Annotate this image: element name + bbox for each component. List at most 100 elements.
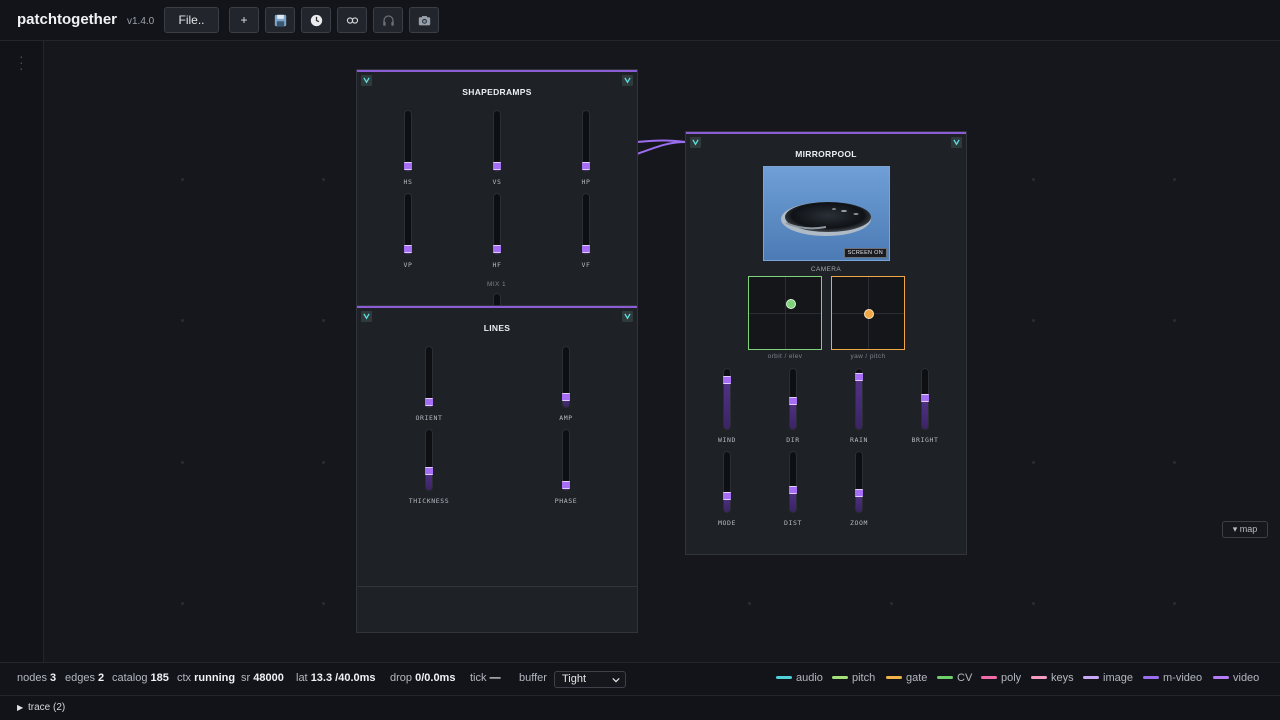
slider-thumb[interactable] — [493, 162, 501, 170]
tick-stat: tick — — [470, 672, 501, 684]
module-header-line — [357, 306, 637, 308]
lines-module[interactable]: LINES ORIENT AMP THICKNESS PHASE — [356, 305, 638, 633]
headphones-button[interactable] — [373, 7, 403, 33]
history-icon — [310, 14, 322, 26]
save-button[interactable] — [265, 7, 295, 33]
status-bar: nodes 3 edges 2 catalog 185 ctx running … — [0, 662, 1280, 695]
orbit-pad[interactable] — [748, 276, 822, 350]
pool-render-image — [764, 167, 889, 260]
legend-label: video — [1233, 672, 1260, 684]
module-header-line — [357, 70, 637, 72]
mirrorpool-module[interactable]: MIRRORPOOL SCREEN ON CAMERA orbit / elev… — [685, 131, 967, 555]
slider-rain[interactable] — [855, 368, 863, 430]
drop-stat: drop 0/0.0ms — [390, 672, 456, 684]
camera-button[interactable] — [409, 7, 439, 33]
slider-mode[interactable] — [723, 451, 731, 513]
patch-canvas[interactable]: SHAPEDRAMPS MIX 1 HS VS HP VP HF VF LINES ORI… — [44, 41, 1280, 662]
slider-zoom[interactable] — [855, 451, 863, 513]
port-icon — [363, 313, 370, 320]
slider-label: VF — [581, 261, 591, 269]
buffer-select[interactable]: Tight — [554, 671, 626, 688]
slider-label: WIND — [717, 436, 737, 444]
port-icon — [624, 313, 631, 320]
slider-thumb[interactable] — [789, 486, 797, 494]
slider-orient[interactable] — [425, 346, 433, 408]
history-button[interactable] — [301, 7, 331, 33]
add-node-button[interactable]: + — [229, 7, 259, 33]
orbit-pad-label: orbit / elev — [767, 353, 803, 360]
slider-thumb[interactable] — [582, 162, 590, 170]
yaw-pad-handle[interactable] — [864, 309, 874, 319]
slider-thumb[interactable] — [723, 376, 731, 384]
legend-item-audio: audio — [776, 672, 823, 684]
buffer-value: Tight — [562, 673, 587, 685]
slider-wind[interactable] — [723, 368, 731, 430]
slider-hs[interactable] — [404, 110, 412, 172]
slider-fill — [724, 378, 730, 429]
screen-on-button[interactable]: SCREEN ON — [843, 248, 887, 258]
input-port[interactable] — [361, 75, 372, 86]
slider-bright[interactable] — [921, 368, 929, 430]
legend-swatch — [832, 675, 848, 679]
legend-item-m-video: m-video — [1143, 672, 1202, 684]
legend-swatch — [776, 675, 792, 679]
slider-thumb[interactable] — [404, 245, 412, 253]
slider-vs[interactable] — [493, 110, 501, 172]
app-version: v1.4.0 — [127, 16, 155, 27]
slider-dist[interactable] — [789, 451, 797, 513]
trace-label[interactable]: trace (2) — [28, 702, 65, 713]
legend-swatch — [1213, 675, 1229, 679]
grid-dot — [1032, 461, 1035, 464]
legend-label: audio — [796, 672, 823, 684]
slider-vf[interactable] — [582, 193, 590, 255]
slider-phase[interactable] — [562, 429, 570, 491]
module-title: SHAPEDRAMPS — [462, 87, 532, 97]
slider-thumb[interactable] — [404, 162, 412, 170]
slider-thumb[interactable] — [562, 393, 570, 401]
drag-handle-icon[interactable]: · · · — [19, 49, 24, 75]
output-port[interactable] — [622, 311, 633, 322]
disclosure-triangle-icon[interactable]: ▶ — [17, 703, 23, 712]
slider-thumb[interactable] — [562, 481, 570, 489]
orbit-pad-handle[interactable] — [786, 299, 796, 309]
slider-thumb[interactable] — [582, 245, 590, 253]
slider-hp[interactable] — [582, 110, 590, 172]
legend-label: keys — [1051, 672, 1074, 684]
save-icon — [274, 14, 286, 26]
slider-thumb[interactable] — [855, 373, 863, 381]
link-button[interactable] — [337, 7, 367, 33]
legend-item-poly: poly — [981, 672, 1021, 684]
slider-label: MODE — [717, 519, 737, 527]
slider-thickness[interactable] — [425, 429, 433, 491]
slider-thumb[interactable] — [425, 467, 433, 475]
port-icon — [692, 139, 699, 146]
slider-thumb[interactable] — [789, 397, 797, 405]
headphones-icon — [382, 14, 394, 26]
grid-dot — [1173, 602, 1176, 605]
legend-item-gate: gate — [886, 672, 927, 684]
slider-thumb[interactable] — [723, 492, 731, 500]
slider-thumb[interactable] — [425, 398, 433, 406]
slider-hf[interactable] — [493, 193, 501, 255]
trace-bar[interactable]: ▶ trace (2) — [0, 695, 1280, 720]
legend-label: CV — [957, 672, 973, 684]
map-toggle-button[interactable]: ▾ map — [1222, 521, 1268, 538]
edges-stat: edges 2 — [65, 672, 105, 684]
yaw-pad[interactable] — [831, 276, 905, 350]
catalog-stat: catalog 185 — [112, 672, 169, 684]
slider-amp[interactable] — [562, 346, 570, 408]
slider-thumb[interactable] — [921, 394, 929, 402]
output-port[interactable] — [951, 137, 962, 148]
shapedramps-module[interactable]: SHAPEDRAMPS MIX 1 HS VS HP VP HF VF — [356, 69, 638, 313]
grid-dot — [181, 461, 184, 464]
slider-thumb[interactable] — [855, 489, 863, 497]
output-port[interactable] — [622, 75, 633, 86]
input-port[interactable] — [690, 137, 701, 148]
module-divider — [357, 586, 637, 587]
file-menu-button[interactable]: File.. — [164, 7, 219, 33]
left-gutter: · · · — [0, 41, 44, 662]
slider-thumb[interactable] — [493, 245, 501, 253]
slider-vp[interactable] — [404, 193, 412, 255]
input-port[interactable] — [361, 311, 372, 322]
slider-dir[interactable] — [789, 368, 797, 430]
